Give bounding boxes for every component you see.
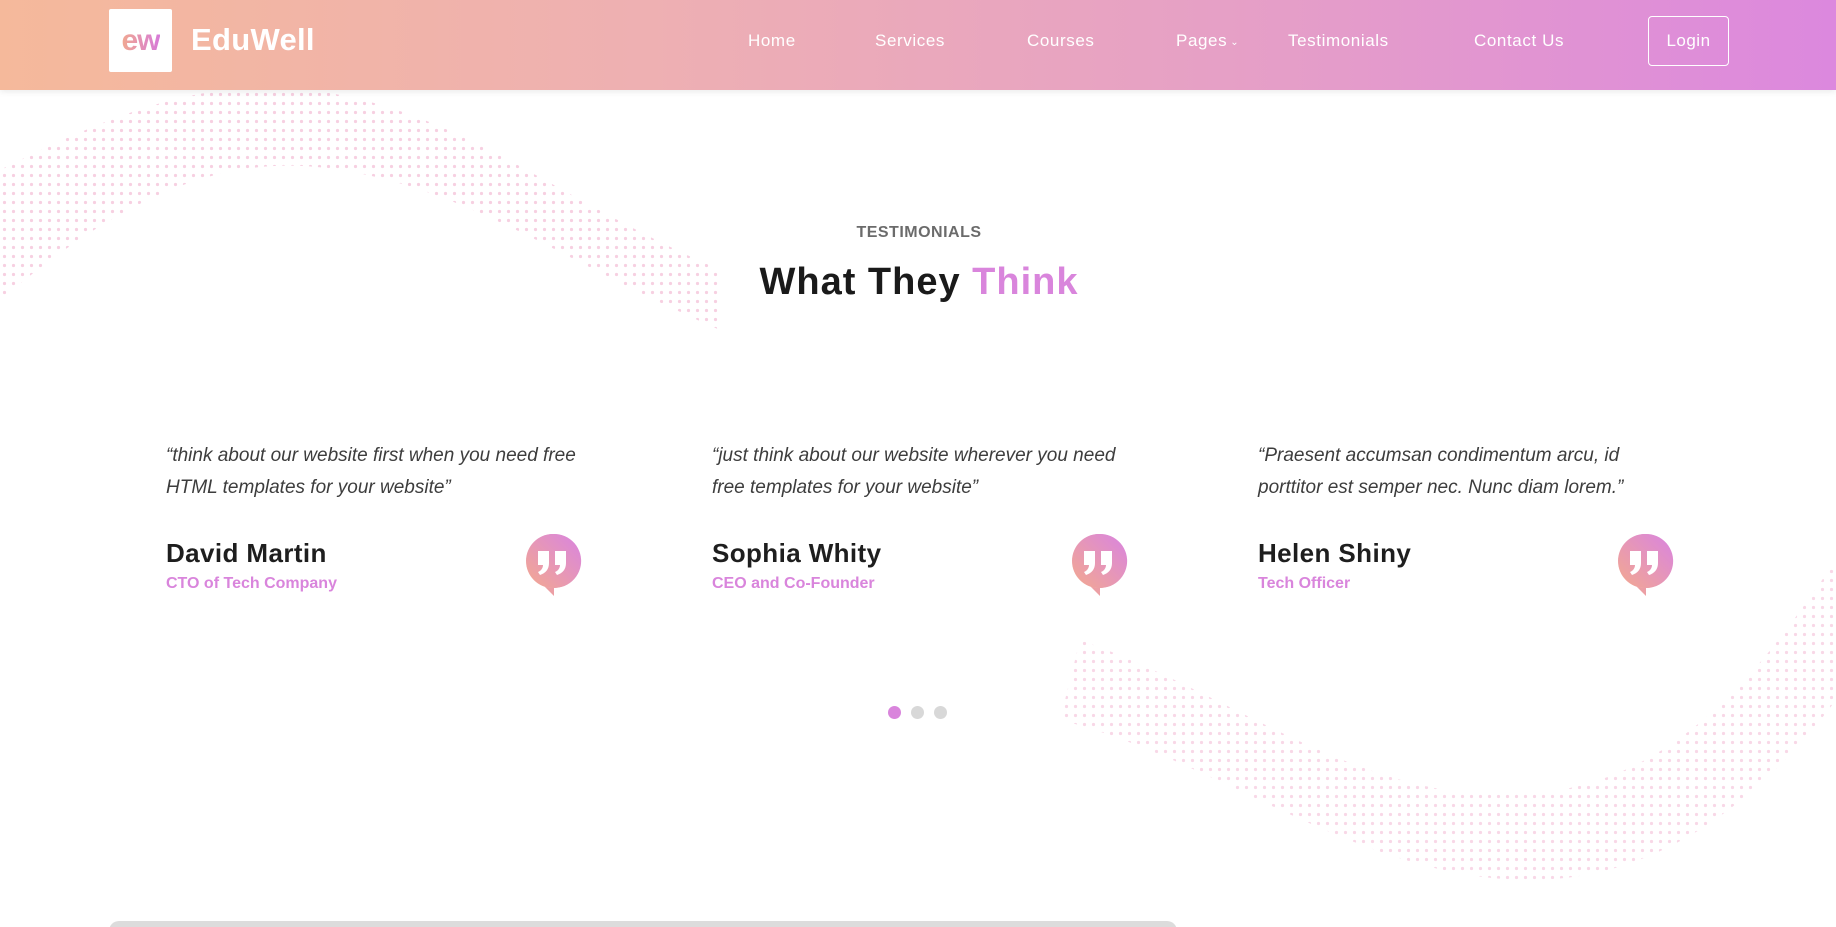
section-eyebrow: TESTIMONIALS xyxy=(856,224,982,241)
quote-bubble-icon xyxy=(1618,533,1674,596)
nav-home[interactable]: Home xyxy=(748,31,796,51)
testimonial-quote: “think about our website first when you … xyxy=(166,445,576,498)
testimonial-quote: “Praesent accumsan condimentum arcu, id … xyxy=(1258,445,1624,498)
nav-testimonials[interactable]: Testimonials xyxy=(1288,31,1389,51)
site-header: ew EduWell Home Services Courses Pages ⌄ … xyxy=(0,0,1836,90)
section-title-main: What They xyxy=(759,261,961,303)
carousel-dot[interactable] xyxy=(911,706,924,719)
testimonial-name: David Martin xyxy=(166,538,327,568)
quote-bubble-icon xyxy=(1072,533,1128,596)
testimonial-card: “just think about our website wherever y… xyxy=(712,440,1132,600)
section-title: What They Think xyxy=(0,261,1836,304)
testimonial-role: CEO and Co-Founder xyxy=(712,575,875,592)
nav-pages[interactable]: Pages ⌄ xyxy=(1176,31,1239,51)
nav-pages-label: Pages xyxy=(1176,31,1228,50)
carousel-dots xyxy=(888,706,947,719)
nav-courses[interactable]: Courses xyxy=(1027,31,1095,51)
nav-contact-us[interactable]: Contact Us xyxy=(1474,31,1564,51)
login-button[interactable]: Login xyxy=(1648,16,1729,66)
testimonial-role: CTO of Tech Company xyxy=(166,575,337,592)
testimonial-name: Sophia Whity xyxy=(712,538,882,568)
testimonial-card: “Praesent accumsan condimentum arcu, id … xyxy=(1258,440,1678,600)
testimonial-role: Tech Officer xyxy=(1258,575,1351,592)
section-title-accent: Think xyxy=(972,261,1079,303)
chevron-down-icon: ⌄ xyxy=(1230,37,1240,48)
testimonial-card: “think about our website first when you … xyxy=(166,440,586,600)
testimonial-quote: “just think about our website wherever y… xyxy=(712,445,1116,498)
testimonial-name: Helen Shiny xyxy=(1258,538,1412,568)
next-section-card-edge xyxy=(109,921,1177,927)
nav-services[interactable]: Services xyxy=(875,31,945,51)
carousel-dot[interactable] xyxy=(888,706,901,719)
carousel-dot[interactable] xyxy=(934,706,947,719)
quote-bubble-icon xyxy=(526,533,582,596)
main-nav: Home Services Courses Pages ⌄ Testimonial… xyxy=(0,0,1836,84)
